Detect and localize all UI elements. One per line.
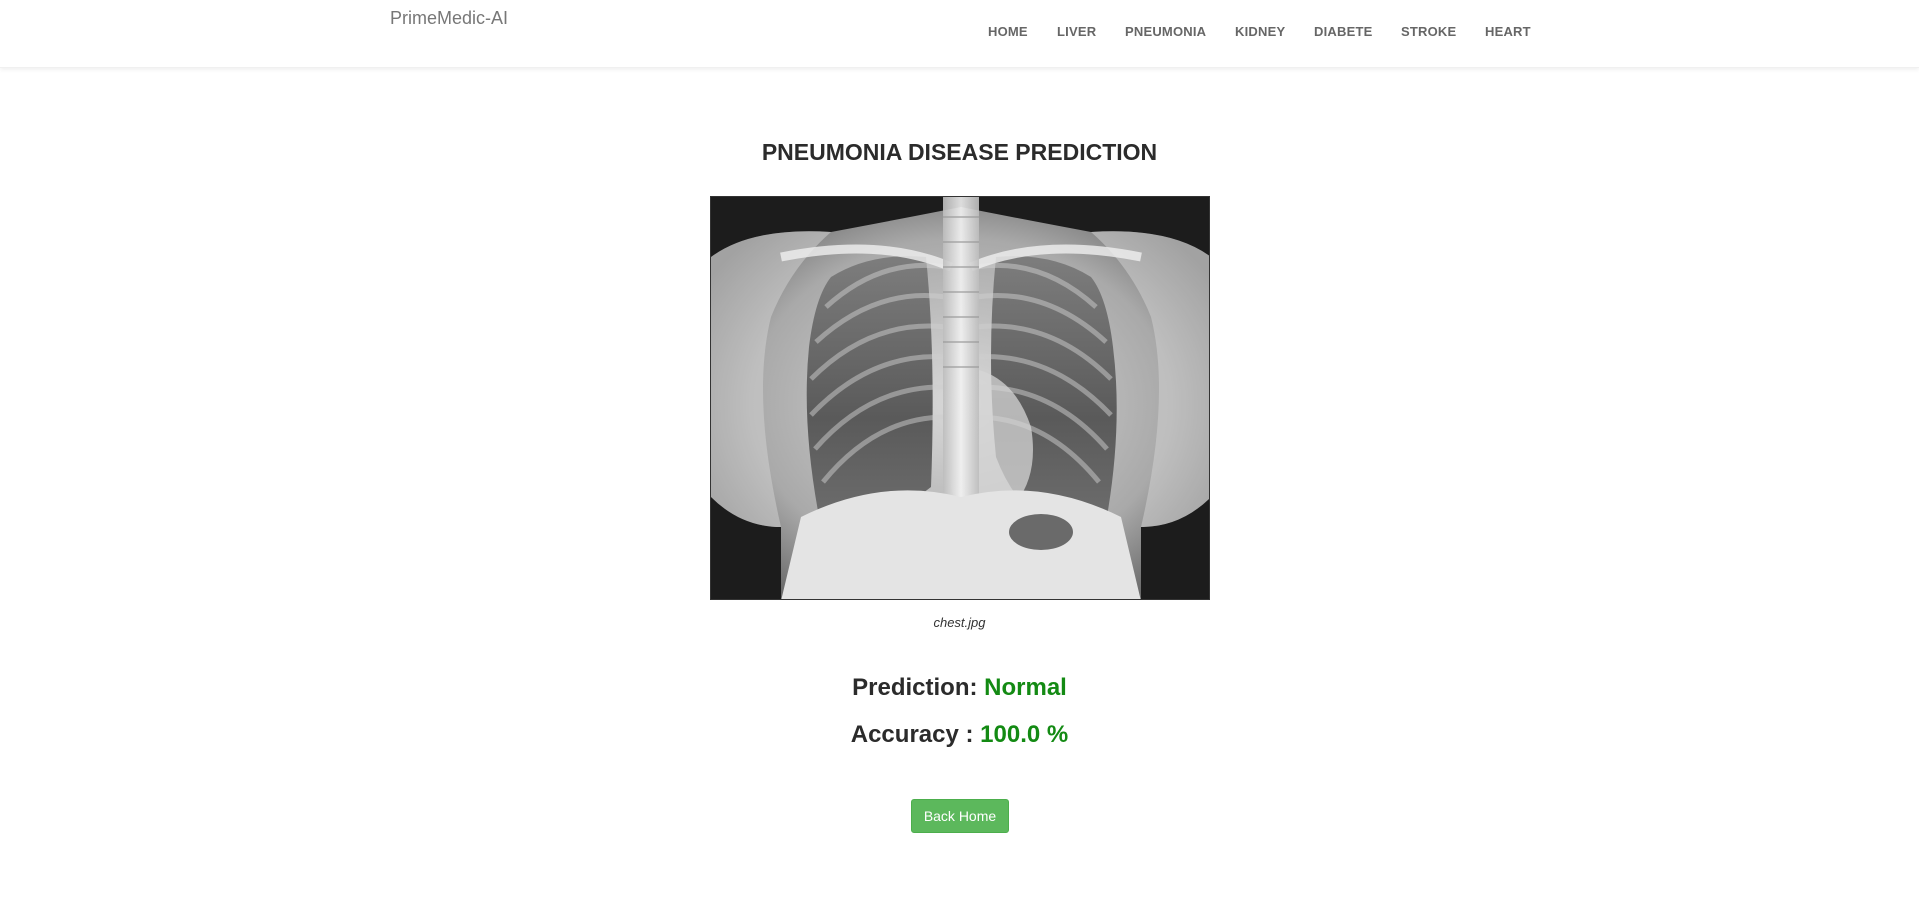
nav-item-kidney[interactable]: KIDNEY xyxy=(1235,24,1285,39)
nav-item-pneumonia[interactable]: PNEUMONIA xyxy=(1125,24,1206,39)
chest-xray-graphic xyxy=(711,197,1209,599)
navbar: PrimeMedic-AI HOME LIVER PNEUMONIA KIDNE… xyxy=(0,0,1919,68)
brand-logo-link[interactable]: PrimeMedic-AI xyxy=(390,8,508,29)
nav-item-stroke[interactable]: STROKE xyxy=(1401,24,1456,39)
main-content: PNEUMONIA DISEASE PREDICTION chest.jpg P… xyxy=(0,67,1919,904)
accuracy-line: Accuracy : 100.0 % xyxy=(0,721,1919,749)
nav-item-home[interactable]: HOME xyxy=(988,24,1028,39)
image-caption: chest.jpg xyxy=(933,615,986,630)
page-title: PNEUMONIA DISEASE PREDICTION xyxy=(761,139,1158,165)
prediction-line: Prediction: Normal xyxy=(0,674,1919,702)
nav-item-heart[interactable]: HEART xyxy=(1485,24,1531,39)
back-home-button[interactable]: Back Home xyxy=(911,799,1009,833)
nav-item-liver[interactable]: LIVER xyxy=(1057,24,1096,39)
prediction-value: Normal xyxy=(984,674,1067,701)
chest-xray-image xyxy=(710,196,1210,600)
accuracy-value: 100.0 % xyxy=(980,721,1069,748)
prediction-label: Prediction: xyxy=(852,674,978,701)
nav-item-diabete[interactable]: DIABETE xyxy=(1314,24,1372,39)
accuracy-label: Accuracy : xyxy=(850,721,974,748)
